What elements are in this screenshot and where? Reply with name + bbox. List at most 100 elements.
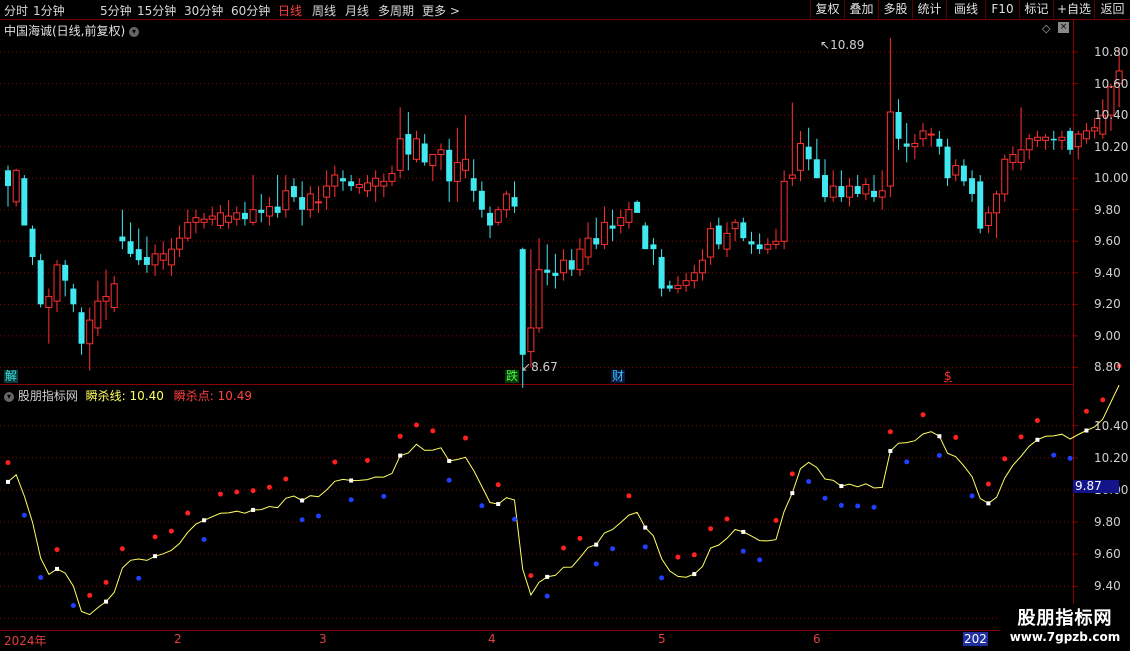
blue-dot [479,503,485,509]
candle-body [143,257,150,265]
kill-point-marker [937,434,942,439]
kill-point-marker [153,554,158,559]
red-dot [5,460,11,466]
candle-body [216,212,224,226]
red-dot [103,579,109,585]
red-dot [1034,418,1040,424]
candle-body [560,259,568,274]
kill-point-marker [986,501,991,506]
kill-point-marker [496,502,501,507]
red-dot [985,481,991,487]
candle-body [642,225,649,250]
kill-point-marker [202,518,207,523]
red-dot [168,528,174,534]
kill-point-marker [398,453,403,458]
blue-dot [969,493,975,499]
blue-dot [838,502,844,508]
candle-body [895,111,902,139]
blue-dot [806,479,812,485]
candle-body [969,178,976,194]
kill-point-marker [545,574,550,579]
candle-body [45,295,53,308]
red-dot [724,516,730,522]
candle-body [748,241,755,245]
price-tick-label: 10.20 [1094,139,1129,154]
kline-chart [0,37,1123,619]
blue-dot [1051,452,1057,458]
price-tick-label: 10.60 [1094,76,1129,91]
red-dot [266,484,272,490]
red-dot [887,429,893,435]
candle-body [151,253,159,266]
marker-finance[interactable]: 财 [611,370,626,383]
candle-body [233,212,241,220]
red-dot [250,488,256,494]
candle-body [299,197,306,210]
blue-dot [21,512,27,518]
candle-body [690,272,698,282]
candle-body [780,180,788,242]
candle-body [258,209,265,213]
candle-body [413,138,420,160]
blue-dot [659,575,665,581]
kill-point-marker [104,599,109,604]
price-tick-label: 9.00 [1094,328,1121,343]
red-dot [87,592,93,598]
kill-point-marker [1084,428,1089,433]
red-dot [708,526,714,532]
candle-body [494,209,502,223]
blue-dot [642,544,648,550]
candle-body [1033,136,1041,141]
marker-unlock[interactable]: 解 [4,370,19,383]
candle-body [323,185,331,198]
watermark: 股朋指标网 www.7gpzb.com [1000,604,1130,650]
price-tick-label: 10.40 [1094,108,1129,123]
candle-body [878,190,886,198]
red-dot [691,552,697,558]
date-axis: 2024年 2 3 4 5 6 202 [0,630,1130,651]
candle-body [764,243,772,250]
candle-body [1091,127,1099,132]
kill-point-marker [692,572,697,577]
candle-body [53,264,61,302]
candle-body [993,193,1001,214]
candle-body [829,185,837,198]
low-annotation: ↙8.67 [521,360,558,374]
candle-body [282,190,290,211]
candle-body [62,264,69,281]
blue-dot [1067,455,1073,461]
blue-dot [381,493,387,499]
candle-body [854,186,861,194]
candle-body [886,111,894,187]
candle-body [552,272,559,276]
blue-dot [446,477,452,483]
candle-body [388,172,396,182]
candle-body [984,212,992,226]
candle-body [167,248,175,266]
candle-body [290,186,297,198]
high-annotation: ↖10.89 [820,38,865,52]
candle-body [487,212,494,226]
date-label: 2024年 [4,634,47,648]
blue-dot [871,504,877,510]
candle-body [502,193,510,211]
candle-body [650,244,657,250]
date-label: 4 [488,632,496,646]
red-dot [463,435,469,441]
candle-body [772,240,780,245]
candle-body [535,269,543,329]
marker-drop[interactable]: 跌 [505,370,520,383]
red-dot [234,489,240,495]
blue-dot [544,593,550,599]
marker-dividend[interactable]: $ [943,370,953,383]
candle-body [396,138,404,171]
price-tick-label: 9.40 [1094,265,1121,280]
candle-body [527,327,535,353]
red-dot [561,545,567,551]
indicator-tick-label: 9.40 [1094,579,1121,594]
candle-body [421,143,428,163]
candle-body [609,225,616,229]
date-cursor-label: 202 [963,632,988,646]
red-dot [773,517,779,523]
kill-point-marker [594,542,599,547]
